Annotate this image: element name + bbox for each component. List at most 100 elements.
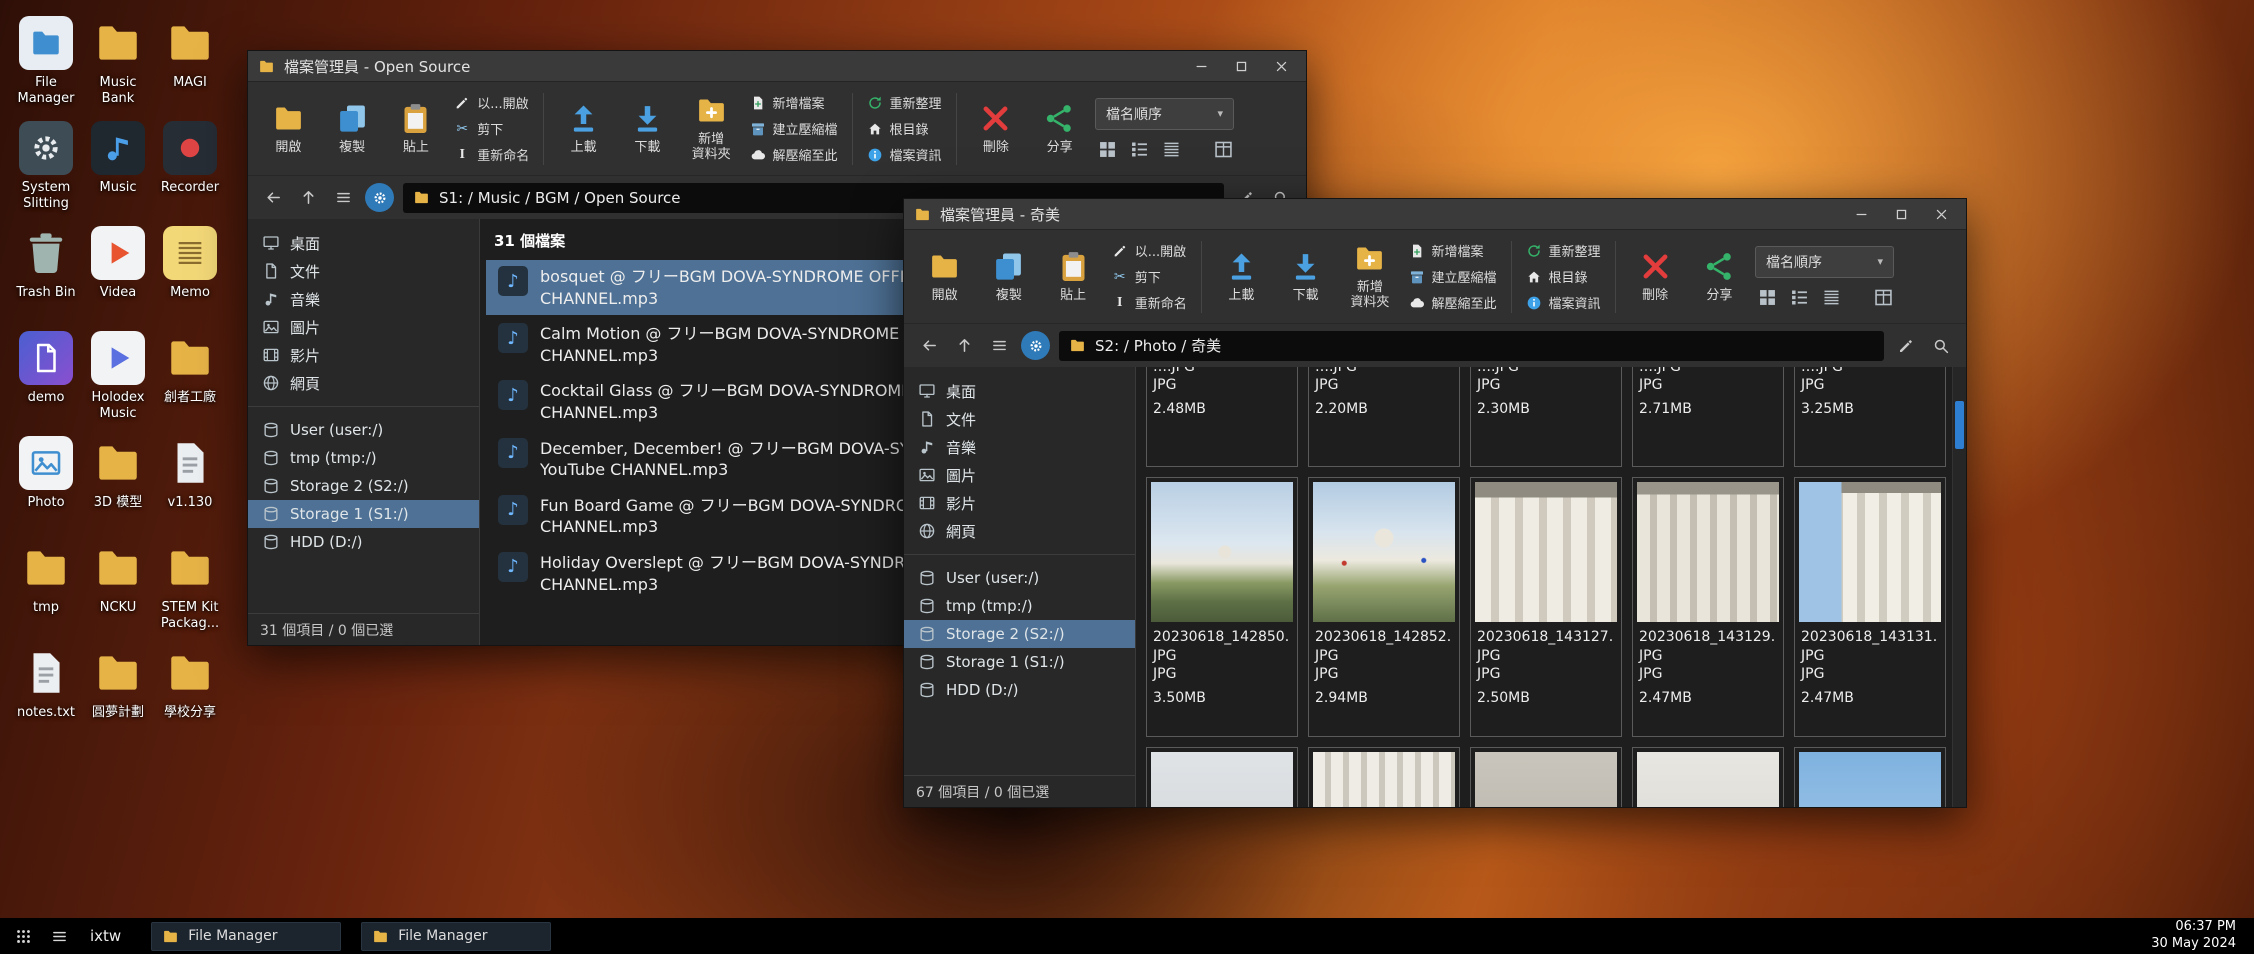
view-list-button[interactable]	[1129, 139, 1150, 160]
copy-button[interactable]: 複製	[324, 87, 381, 171]
maximize-button[interactable]	[1886, 203, 1916, 225]
view-compact-button[interactable]	[1821, 287, 1842, 308]
paste-button[interactable]: 貼上	[388, 87, 445, 171]
back-button[interactable]	[916, 333, 942, 359]
desktop-icon[interactable]: Trash Bin	[10, 222, 82, 327]
upload-button[interactable]: 上載	[1213, 235, 1270, 319]
new-file-button[interactable]: 新增檔案	[1406, 240, 1500, 261]
photo-cell[interactable]	[1632, 747, 1784, 807]
desktop-icon[interactable]: Photo	[10, 432, 82, 537]
create-archive-button[interactable]: 建立壓縮檔	[747, 118, 841, 139]
desktop-icon[interactable]: notes.txt	[10, 642, 82, 747]
sidebar-item[interactable]: 網頁	[248, 369, 479, 397]
titlebar[interactable]: 檔案管理員 - Open Source	[248, 51, 1306, 81]
photo-cell[interactable]	[1470, 747, 1622, 807]
up-button[interactable]	[295, 185, 321, 211]
taskbar-task-file-manager[interactable]: File Manager	[361, 922, 551, 951]
desktop-icon[interactable]: System Slitting	[10, 117, 82, 222]
rename-button[interactable]: I重新命名	[1109, 292, 1190, 313]
extract-here-button[interactable]: 解壓縮至此	[747, 144, 841, 165]
sidebar-item-drive[interactable]: HDD (D:/)	[904, 676, 1135, 704]
photo-cell[interactable]: ….JPG JPG 2.48MB	[1146, 367, 1298, 467]
sidebar-item[interactable]: 圖片	[904, 461, 1135, 489]
download-button[interactable]: 下載	[1277, 235, 1334, 319]
root-button[interactable]: 根目錄	[864, 118, 945, 139]
sidebar-item[interactable]: 影片	[904, 489, 1135, 517]
sidebar-item-drive[interactable]: User (user:/)	[904, 564, 1135, 592]
menu-button[interactable]	[330, 185, 356, 211]
settings-button[interactable]	[1021, 331, 1050, 360]
photo-cell[interactable]	[1146, 747, 1298, 807]
sidebar-item-drive[interactable]: HDD (D:/)	[248, 528, 479, 556]
sidebar-item-drive[interactable]: Storage 1 (S1:/)	[904, 648, 1135, 676]
photo-cell[interactable]: ….JPG JPG 3.25MB	[1794, 367, 1946, 467]
sidebar-item[interactable]: 音樂	[248, 285, 479, 313]
refresh-button[interactable]: 重新整理	[864, 92, 945, 113]
clock[interactable]: 06:37 PM 30 May 2024	[2151, 919, 2246, 953]
sidebar-item-drive[interactable]: User (user:/)	[248, 416, 479, 444]
desktop-icon[interactable]: 3D 模型	[82, 432, 154, 537]
desktop-icon[interactable]: File Manager	[10, 12, 82, 117]
refresh-button[interactable]: 重新整理	[1523, 240, 1604, 261]
desktop-icon[interactable]: Music Bank	[82, 12, 154, 117]
rename-button[interactable]: I重新命名	[451, 144, 532, 165]
sort-order-dropdown[interactable]: 檔名順序▾	[1755, 246, 1894, 278]
desktop-icon[interactable]: Recorder	[154, 117, 226, 222]
desktop-icon[interactable]: Videa	[82, 222, 154, 327]
up-button[interactable]	[951, 333, 977, 359]
sidebar-item[interactable]: 文件	[904, 405, 1135, 433]
sidebar-item[interactable]: 桌面	[904, 377, 1135, 405]
copy-button[interactable]: 複製	[980, 235, 1037, 319]
desktop-icon[interactable]: MAGI	[154, 12, 226, 117]
sidebar-item-drive[interactable]: Storage 1 (S1:/)	[248, 500, 479, 528]
photo-cell[interactable]: ….JPG JPG 2.30MB	[1470, 367, 1622, 467]
desktop-icon[interactable]: Music	[82, 117, 154, 222]
sidebar-item-drive[interactable]: tmp (tmp:/)	[904, 592, 1135, 620]
desktop-icon[interactable]: STEM Kit Packag...	[154, 537, 226, 642]
settings-button[interactable]	[365, 183, 394, 212]
cut-button[interactable]: ✂剪下	[1109, 266, 1190, 287]
window-list-button[interactable]	[44, 921, 74, 951]
open-button[interactable]: 開啟	[260, 87, 317, 171]
photo-cell[interactable]	[1794, 747, 1946, 807]
sidebar-item-drive[interactable]: Storage 2 (S2:/)	[904, 620, 1135, 648]
upload-button[interactable]: 上載	[555, 87, 612, 171]
sidebar-item-drive[interactable]: tmp (tmp:/)	[248, 444, 479, 472]
open-button[interactable]: 開啟	[916, 235, 973, 319]
sidebar-item[interactable]: 圖片	[248, 313, 479, 341]
sidebar-item[interactable]: 桌面	[248, 229, 479, 257]
close-button[interactable]	[1926, 203, 1956, 225]
create-archive-button[interactable]: 建立壓縮檔	[1406, 266, 1500, 287]
file-info-button[interactable]: 檔案資訊	[864, 144, 945, 165]
sidebar-item[interactable]: 文件	[248, 257, 479, 285]
desktop-icon[interactable]: 創者工廠	[154, 327, 226, 432]
view-detail-button[interactable]	[1873, 287, 1894, 308]
download-button[interactable]: 下載	[619, 87, 676, 171]
taskbar-task-file-manager[interactable]: File Manager	[151, 922, 341, 951]
share-button[interactable]: 分享	[1031, 87, 1088, 171]
new-folder-button[interactable]: 新增 資料夾	[1341, 235, 1398, 319]
view-list-button[interactable]	[1789, 287, 1810, 308]
new-folder-button[interactable]: 新增 資料夾	[683, 87, 740, 171]
search-button[interactable]	[1928, 333, 1954, 359]
desktop-icon[interactable]: demo	[10, 327, 82, 432]
sidebar-item[interactable]: 音樂	[904, 433, 1135, 461]
open-with-button[interactable]: 以...開啟	[1109, 240, 1190, 261]
view-grid-button[interactable]	[1757, 287, 1778, 308]
paste-button[interactable]: 貼上	[1045, 235, 1102, 319]
app-launcher-button[interactable]	[8, 921, 38, 951]
cut-button[interactable]: ✂剪下	[451, 118, 532, 139]
edit-path-button[interactable]	[1893, 333, 1919, 359]
desktop-icon[interactable]: tmp	[10, 537, 82, 642]
open-with-button[interactable]: 以...開啟	[451, 92, 532, 113]
sidebar-item[interactable]: 影片	[248, 341, 479, 369]
desktop-icon[interactable]: Memo	[154, 222, 226, 327]
view-compact-button[interactable]	[1161, 139, 1182, 160]
extract-here-button[interactable]: 解壓縮至此	[1406, 292, 1500, 313]
file-info-button[interactable]: 檔案資訊	[1523, 292, 1604, 313]
input-method-indicator[interactable]: ixtw	[80, 927, 131, 945]
scrollbar[interactable]	[1952, 367, 1966, 807]
desktop-icon[interactable]: Holodex Music	[82, 327, 154, 432]
minimize-button[interactable]	[1846, 203, 1876, 225]
minimize-button[interactable]	[1186, 55, 1216, 77]
